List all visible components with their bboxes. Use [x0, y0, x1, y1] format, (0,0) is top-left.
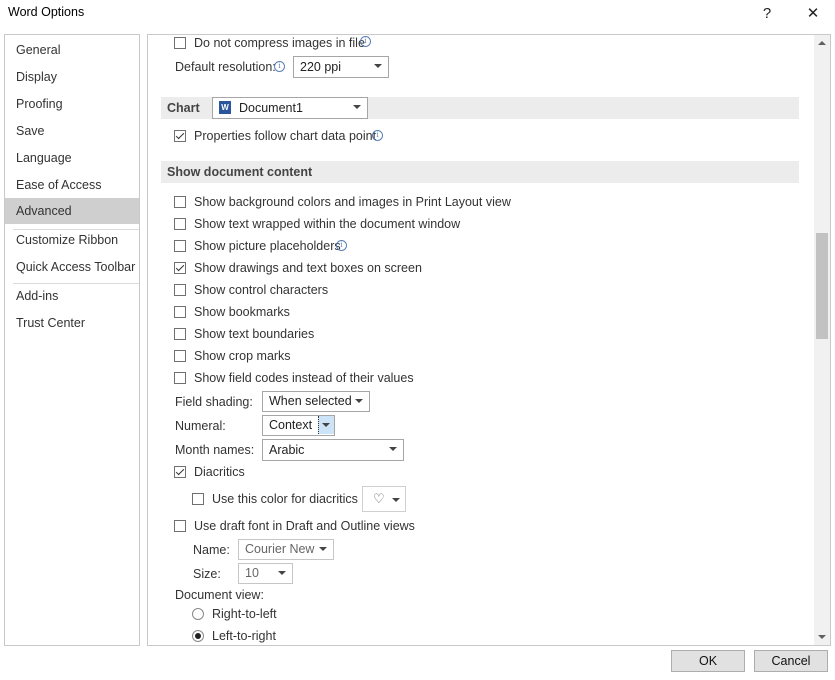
show-bookmarks-label: Show bookmarks	[194, 305, 290, 319]
chart-document-dropdown[interactable]: W Document1	[212, 97, 368, 119]
diacritics-color-checkbox[interactable]	[192, 493, 204, 505]
sidebar-item-add-ins[interactable]: Add-ins	[5, 283, 139, 309]
window-title: Word Options	[8, 5, 85, 19]
sidebar-item-display[interactable]: Display	[5, 64, 139, 90]
vertical-scrollbar[interactable]	[814, 35, 830, 645]
advanced-options-panel: Do not compress images in file i Default…	[147, 34, 831, 646]
show-field-codes-label: Show field codes instead of their values	[194, 371, 414, 385]
scrollbar-thumb[interactable]	[816, 233, 828, 339]
no-compress-label: Do not compress images in file	[194, 36, 365, 50]
chevron-down-icon	[392, 498, 400, 502]
field-shading-value: When selected	[269, 394, 352, 408]
info-icon: i	[360, 36, 371, 47]
diacritics-label: Diacritics	[194, 465, 245, 479]
scroll-up-arrow-icon[interactable]	[814, 35, 830, 51]
show-picture-placeholders-label: Show picture placeholders	[194, 239, 341, 253]
draft-font-size-label: Size:	[193, 567, 221, 581]
word-document-icon: W	[219, 101, 231, 114]
draft-font-label: Use draft font in Draft and Outline view…	[194, 519, 415, 533]
chevron-down-icon	[353, 105, 361, 109]
diacritics-color-label: Use this color for diacritics	[212, 492, 358, 506]
numeral-label: Numeral:	[175, 419, 226, 433]
info-icon: i	[336, 240, 347, 251]
chart-section-title: Chart	[167, 101, 200, 115]
show-bookmarks-checkbox[interactable]	[174, 306, 186, 318]
left-to-right-label: Left-to-right	[212, 629, 276, 643]
default-resolution-dropdown[interactable]: 220 ppi	[293, 56, 389, 78]
draft-font-size-dropdown[interactable]: 10	[238, 563, 293, 584]
month-names-label: Month names:	[175, 443, 255, 457]
draft-font-name-label: Name:	[193, 543, 230, 557]
diacritics-color-picker[interactable]: ♡	[362, 486, 406, 512]
show-text-wrapped-label: Show text wrapped within the document wi…	[194, 217, 461, 231]
chevron-down-icon	[355, 399, 363, 403]
diacritics-checkbox[interactable]	[174, 466, 186, 478]
title-bar: Word Options ? ✕	[0, 0, 835, 30]
sidebar-item-customize-ribbon[interactable]: Customize Ribbon	[5, 227, 139, 253]
show-field-codes-checkbox[interactable]	[174, 372, 186, 384]
show-document-content-title: Show document content	[167, 165, 313, 179]
chevron-down-icon	[374, 64, 382, 68]
paint-bucket-icon: ♡	[373, 491, 385, 506]
numeral-value: Context	[269, 418, 313, 432]
ok-button[interactable]: OK	[671, 650, 745, 672]
no-compress-checkbox[interactable]	[174, 37, 186, 49]
show-drawings-checkbox[interactable]	[174, 262, 186, 274]
options-sidebar: General Display Proofing Save Language E…	[4, 34, 140, 646]
numeral-dropdown[interactable]: Context	[262, 415, 335, 436]
show-text-boundaries-checkbox[interactable]	[174, 328, 186, 340]
sidebar-item-advanced[interactable]: Advanced	[5, 198, 139, 224]
draft-font-name-dropdown[interactable]: Courier New	[238, 539, 334, 560]
default-resolution-value: 220 ppi	[300, 60, 342, 74]
chevron-down-icon	[319, 547, 327, 551]
info-icon: i	[372, 130, 383, 141]
show-background-colors-label: Show background colors and images in Pri…	[194, 195, 511, 209]
properties-follow-label: Properties follow chart data point	[194, 129, 377, 143]
month-names-dropdown[interactable]: Arabic	[262, 439, 404, 461]
show-crop-marks-label: Show crop marks	[194, 349, 291, 363]
show-drawings-label: Show drawings and text boxes on screen	[194, 261, 422, 275]
right-to-left-radio[interactable]	[192, 608, 204, 620]
show-text-wrapped-checkbox[interactable]	[174, 218, 186, 230]
scroll-down-arrow-icon[interactable]	[814, 629, 830, 645]
chevron-down-icon	[389, 447, 397, 451]
cancel-button[interactable]: Cancel	[754, 650, 828, 672]
show-text-boundaries-label: Show text boundaries	[194, 327, 315, 341]
chevron-down-icon	[278, 571, 286, 575]
sidebar-item-proofing[interactable]: Proofing	[5, 91, 139, 117]
sidebar-item-language[interactable]: Language	[5, 145, 139, 171]
chart-document-value: Document1	[239, 101, 303, 115]
show-picture-placeholders-checkbox[interactable]	[174, 240, 186, 252]
show-control-characters-checkbox[interactable]	[174, 284, 186, 296]
sidebar-item-quick-access-toolbar[interactable]: Quick Access Toolbar	[5, 254, 139, 280]
month-names-value: Arabic	[269, 443, 305, 457]
show-background-colors-checkbox[interactable]	[174, 196, 186, 208]
field-shading-label: Field shading:	[175, 395, 253, 409]
left-to-right-radio[interactable]	[192, 630, 204, 642]
field-shading-dropdown[interactable]: When selected	[262, 391, 370, 412]
info-icon: i	[274, 61, 285, 72]
properties-follow-checkbox[interactable]	[174, 130, 186, 142]
default-resolution-label: Default resolution:	[175, 60, 276, 74]
right-to-left-label: Right-to-left	[212, 607, 277, 621]
close-button[interactable]: ✕	[800, 3, 826, 25]
help-button[interactable]: ?	[754, 3, 780, 25]
chevron-down-icon	[322, 423, 330, 427]
show-control-characters-label: Show control characters	[194, 283, 329, 297]
sidebar-item-save[interactable]: Save	[5, 118, 139, 144]
draft-font-checkbox[interactable]	[174, 520, 186, 532]
show-crop-marks-checkbox[interactable]	[174, 350, 186, 362]
sidebar-item-general[interactable]: General	[5, 37, 139, 63]
sidebar-item-trust-center[interactable]: Trust Center	[5, 310, 139, 336]
draft-font-size-value: 10	[245, 566, 259, 580]
sidebar-item-ease-of-access[interactable]: Ease of Access	[5, 172, 139, 198]
draft-font-name-value: Courier New	[245, 542, 315, 556]
show-document-content-header: Show document content	[161, 161, 799, 183]
document-view-label: Document view:	[175, 588, 264, 602]
